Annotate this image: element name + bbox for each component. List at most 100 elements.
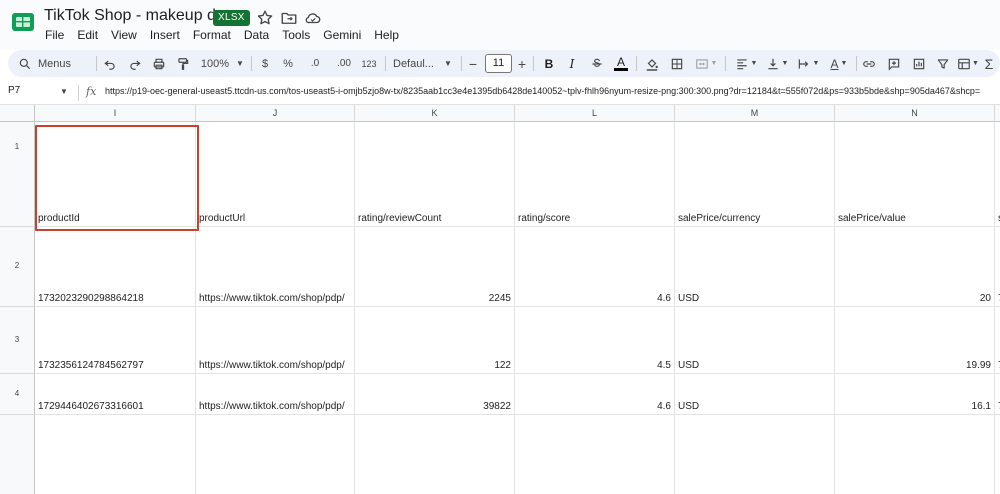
- table-cell[interactable]: [675, 415, 835, 494]
- row-header[interactable]: 3: [0, 307, 35, 374]
- paint-format-button[interactable]: [173, 50, 193, 77]
- table-cell[interactable]: 4.6: [515, 374, 675, 415]
- column-header[interactable]: M: [675, 105, 835, 122]
- table-cell[interactable]: USD: [675, 374, 835, 415]
- table-cell[interactable]: https://www.tiktok.com/shop/pdp/: [196, 227, 355, 307]
- increase-decimal-button[interactable]: .00: [331, 50, 357, 77]
- column-header[interactable]: J: [196, 105, 355, 122]
- select-all-corner[interactable]: [0, 105, 35, 122]
- move-folder-icon[interactable]: [280, 9, 298, 27]
- currency-button[interactable]: $: [258, 50, 272, 77]
- name-box-caret-icon[interactable]: ▼: [60, 87, 68, 96]
- table-cell[interactable]: USD: [675, 227, 835, 307]
- text-wrap-button[interactable]: ▼: [794, 50, 822, 77]
- header-cell[interactable]: productId: [35, 122, 196, 227]
- cloud-status-icon[interactable]: [304, 9, 322, 27]
- horizontal-align-button[interactable]: ▼: [732, 50, 760, 77]
- header-cell[interactable]: salePrice/currency: [675, 122, 835, 227]
- italic-button[interactable]: I: [564, 50, 580, 77]
- column-header[interactable]: I: [35, 105, 196, 122]
- fill-color-button[interactable]: [643, 50, 661, 77]
- header-cell[interactable]: rating/reviewCount: [355, 122, 515, 227]
- zoom-select[interactable]: 100%: [196, 50, 234, 77]
- table-cell[interactable]: [515, 415, 675, 494]
- table-cell[interactable]: USD: [675, 307, 835, 374]
- table-cell[interactable]: 19.99: [835, 307, 995, 374]
- table-cell[interactable]: 7: [995, 307, 1000, 374]
- row-header[interactable]: 1: [0, 122, 35, 227]
- document-title[interactable]: TikTok Shop - makeup data: [44, 7, 238, 25]
- table-cell[interactable]: 1732023290298864218: [35, 227, 196, 307]
- menu-view[interactable]: View: [111, 28, 137, 44]
- table-cell[interactable]: 122: [355, 307, 515, 374]
- merge-cells-button[interactable]: ▼: [692, 50, 720, 77]
- table-cell[interactable]: 7: [995, 374, 1000, 415]
- header-cell[interactable]: rating/score: [515, 122, 675, 227]
- menu-edit[interactable]: Edit: [77, 28, 98, 44]
- table-cell[interactable]: 7: [995, 227, 1000, 307]
- percent-button[interactable]: %: [281, 50, 295, 77]
- name-box[interactable]: P7: [8, 85, 20, 96]
- column-header[interactable]: K: [355, 105, 515, 122]
- vertical-align-button[interactable]: ▼: [763, 50, 791, 77]
- table-cell[interactable]: 39822: [355, 374, 515, 415]
- redo-button[interactable]: [125, 50, 145, 77]
- table-cell[interactable]: https://www.tiktok.com/shop/pdp/: [196, 307, 355, 374]
- table-cell[interactable]: [196, 415, 355, 494]
- zoom-caret-icon[interactable]: ▼: [234, 50, 246, 77]
- table-cell[interactable]: 4.6: [515, 227, 675, 307]
- formula-input[interactable]: https://p19-oec-general-useast5.ttcdn-us…: [105, 86, 998, 96]
- menu-file[interactable]: File: [45, 28, 64, 44]
- table-cell[interactable]: 1732356124784562797: [35, 307, 196, 374]
- menu-tools[interactable]: Tools: [282, 28, 310, 44]
- insert-chart-button[interactable]: [910, 50, 928, 77]
- sheets-logo-icon[interactable]: [11, 10, 35, 34]
- font-size-increase-button[interactable]: +: [515, 50, 529, 77]
- table-cell[interactable]: 2245: [355, 227, 515, 307]
- header-cell[interactable]: s: [995, 122, 1000, 227]
- header-cell[interactable]: productUrl: [196, 122, 355, 227]
- decrease-decimal-button[interactable]: .0: [304, 50, 326, 77]
- menus-search-button[interactable]: Menus: [18, 50, 90, 77]
- row-header[interactable]: [0, 415, 35, 494]
- table-cell[interactable]: 20: [835, 227, 995, 307]
- table-cell[interactable]: 4.5: [515, 307, 675, 374]
- header-cell[interactable]: salePrice/value: [835, 122, 995, 227]
- print-button[interactable]: [149, 50, 169, 77]
- strikethrough-button[interactable]: [588, 50, 606, 77]
- font-caret-icon[interactable]: ▼: [443, 50, 453, 77]
- filter-button[interactable]: [934, 50, 952, 77]
- font-family-select[interactable]: Defaul...: [393, 50, 443, 77]
- undo-button[interactable]: [100, 50, 120, 77]
- table-cell[interactable]: https://www.tiktok.com/shop/pdp/: [196, 374, 355, 415]
- table-cell[interactable]: 1729446402673316601: [35, 374, 196, 415]
- font-size-decrease-button[interactable]: −: [466, 50, 480, 77]
- menu-insert[interactable]: Insert: [150, 28, 180, 44]
- table-cell[interactable]: [355, 415, 515, 494]
- table-cell[interactable]: 16.1: [835, 374, 995, 415]
- star-icon[interactable]: [256, 9, 274, 27]
- menu-data[interactable]: Data: [244, 28, 269, 44]
- table-cell[interactable]: [995, 415, 1000, 494]
- menu-help[interactable]: Help: [374, 28, 399, 44]
- table-cell[interactable]: [35, 415, 196, 494]
- insert-comment-button[interactable]: [885, 50, 903, 77]
- column-header[interactable]: L: [515, 105, 675, 122]
- column-header[interactable]: [995, 105, 1000, 122]
- table-cell[interactable]: [835, 415, 995, 494]
- spreadsheet-grid[interactable]: I J K L M N 1 productId productUrl rating/reviewC…: [0, 105, 1000, 494]
- row-header[interactable]: 4: [0, 374, 35, 415]
- text-color-button[interactable]: A: [612, 50, 630, 77]
- filter-views-button[interactable]: ▼: [956, 50, 980, 77]
- borders-button[interactable]: [668, 50, 686, 77]
- menu-format[interactable]: Format: [193, 28, 231, 44]
- text-rotate-button[interactable]: A ▼: [825, 50, 853, 77]
- column-header[interactable]: N: [835, 105, 995, 122]
- font-size-input[interactable]: 11: [485, 54, 512, 73]
- row-header[interactable]: 2: [0, 227, 35, 307]
- bold-button[interactable]: B: [541, 50, 557, 77]
- number-format-button[interactable]: 123: [358, 50, 380, 77]
- insert-link-button[interactable]: [860, 50, 878, 77]
- functions-button[interactable]: Σ: [982, 50, 996, 77]
- menu-gemini[interactable]: Gemini: [323, 28, 361, 44]
